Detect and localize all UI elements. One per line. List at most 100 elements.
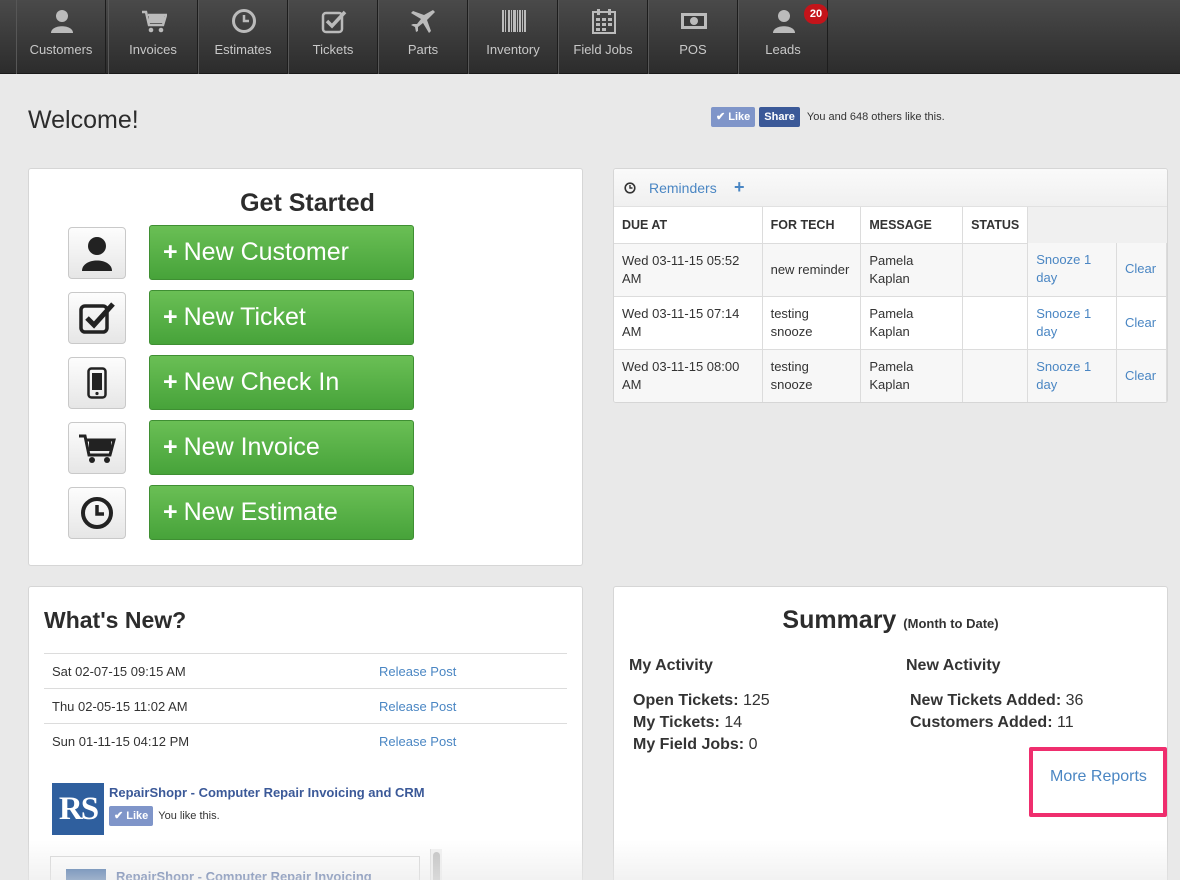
- nav-label: POS: [679, 42, 707, 57]
- nav-customers[interactable]: Customers: [16, 0, 106, 74]
- nav-invoices[interactable]: Invoices: [108, 0, 198, 74]
- facebook-like-button[interactable]: ✔ Like: [109, 806, 154, 826]
- my-tickets-stat: My Tickets: 14: [633, 714, 742, 732]
- table-header-row: DUE AT FOR TECH MESSAGE STATUS: [614, 207, 1167, 244]
- barcode-icon: [502, 10, 526, 32]
- top-nav: Customers Invoices Estimates Tickets Par…: [0, 0, 1180, 74]
- reminders-panel: Reminders + DUE AT FOR TECH MESSAGE STAT…: [613, 168, 1168, 403]
- column-header: MESSAGE: [860, 207, 964, 244]
- button-label: New Invoice: [183, 433, 320, 461]
- release-post-link[interactable]: Release Post: [379, 689, 456, 724]
- button-label: New Check In: [183, 368, 340, 396]
- money-icon: [681, 13, 707, 29]
- reminders-title[interactable]: Reminders: [649, 180, 717, 196]
- message-cell: testing snooze: [762, 349, 862, 402]
- tech-cell: Pamela Kaplan: [860, 349, 964, 402]
- release-post-link[interactable]: Release Post: [379, 724, 456, 759]
- release-date: Sat 02-07-15 09:15 AM: [52, 664, 186, 679]
- due-at-cell: Wed 03-11-15 05:52 AM: [614, 243, 763, 297]
- nav-label: Invoices: [129, 42, 177, 57]
- new-tickets-stat: New Tickets Added: 36: [910, 692, 1083, 710]
- release-post-link[interactable]: Release Post: [379, 654, 456, 689]
- get-started-title: Get Started: [240, 189, 375, 217]
- user-icon: [773, 10, 795, 33]
- stat-value: 14: [724, 714, 743, 731]
- release-date: Thu 02-05-15 11:02 AM: [52, 699, 188, 714]
- leads-count-badge: 20: [804, 4, 828, 24]
- stat-value: 11: [1056, 714, 1074, 731]
- clear-link[interactable]: Clear: [1116, 296, 1167, 350]
- customers-added-stat: Customers Added: 11: [910, 714, 1074, 732]
- get-started-panel: Get Started + New Customer + New Ticket + N…: [28, 168, 583, 566]
- new-ticket-icon-button[interactable]: [68, 292, 126, 344]
- snooze-link[interactable]: Snooze 1 day: [1027, 349, 1117, 402]
- stat-label: My Field Jobs:: [633, 736, 745, 753]
- stat-label: Customers Added:: [910, 714, 1053, 731]
- table-row: Wed 03-11-15 08:00 AM testing snooze Pam…: [614, 349, 1167, 402]
- stat-value: 125: [742, 692, 770, 709]
- stat-value: 0: [748, 736, 758, 753]
- nav-field-jobs[interactable]: Field Jobs: [558, 0, 648, 74]
- new-invoice-icon-button[interactable]: [68, 422, 126, 474]
- feed-post-title[interactable]: RepairShopr - Computer Repair Invoicing: [116, 869, 372, 880]
- nav-parts[interactable]: Parts: [378, 0, 468, 74]
- snooze-link[interactable]: Snooze 1 day: [1027, 296, 1117, 350]
- like-status-text: You like this.: [158, 810, 220, 822]
- facebook-feed-embed[interactable]: RepairShopr - Computer Repair Invoicing: [50, 856, 420, 880]
- message-cell: testing snooze: [762, 296, 862, 350]
- add-reminder-button[interactable]: +: [734, 177, 745, 198]
- open-tickets-stat: Open Tickets: 125: [633, 692, 770, 710]
- summary-heading: Summary: [782, 606, 897, 634]
- my-field-jobs-stat: My Field Jobs: 0: [633, 736, 757, 754]
- more-reports-link[interactable]: More Reports: [1050, 768, 1147, 786]
- reminders-header: Reminders +: [614, 169, 1167, 207]
- new-ticket-button[interactable]: + New Ticket: [149, 290, 414, 345]
- nav-pos[interactable]: POS: [648, 0, 738, 74]
- feed-scrollbar[interactable]: [430, 849, 442, 880]
- like-label: Like: [126, 810, 149, 822]
- snooze-link[interactable]: Snooze 1 day: [1027, 243, 1117, 297]
- nav-label: Parts: [407, 42, 439, 57]
- user-icon: [82, 237, 112, 271]
- clear-link[interactable]: Clear: [1116, 243, 1167, 297]
- page-title: Welcome!: [28, 106, 139, 134]
- reminders-table: DUE AT FOR TECH MESSAGE STATUS Wed 03-11…: [614, 207, 1167, 402]
- cart-icon: [79, 434, 116, 463]
- nav-leads[interactable]: Leads 20: [738, 0, 828, 74]
- new-estimate-icon-button[interactable]: [68, 487, 126, 539]
- checkbox-icon: [321, 10, 347, 34]
- stat-label: Open Tickets:: [633, 692, 739, 709]
- new-customer-button[interactable]: + New Customer: [149, 225, 414, 280]
- stat-label: New Tickets Added:: [910, 692, 1062, 709]
- repairshopr-logo[interactable]: RS: [52, 783, 104, 835]
- new-check-in-icon-button[interactable]: [68, 357, 126, 409]
- facebook-share-button[interactable]: Share: [759, 107, 800, 127]
- table-row: Wed 03-11-15 05:52 AM new reminder Pamel…: [614, 243, 1167, 297]
- phone-icon: [87, 367, 107, 399]
- new-customer-icon-button[interactable]: [68, 227, 126, 279]
- clear-link[interactable]: Clear: [1116, 349, 1167, 402]
- nav-label: Leads: [765, 42, 801, 57]
- status-cell: [962, 243, 1029, 297]
- user-icon: [51, 10, 73, 33]
- facebook-page-title[interactable]: RepairShopr - Computer Repair Invoicing …: [109, 785, 425, 800]
- new-estimate-button[interactable]: + New Estimate: [149, 485, 414, 540]
- my-activity-heading: My Activity: [629, 657, 713, 674]
- calendar-icon: [592, 9, 616, 34]
- nav-estimates[interactable]: Estimates: [198, 0, 288, 74]
- due-at-cell: Wed 03-11-15 07:14 AM: [614, 296, 763, 350]
- list-item: Sat 02-07-15 09:15 AM Release Post: [44, 653, 567, 688]
- like-count-text: You and 648 others like this.: [806, 111, 945, 123]
- scrollbar-thumb[interactable]: [433, 852, 440, 880]
- facebook-like-widget: ✔ Like Share You and 648 others like thi…: [711, 107, 945, 127]
- checkbox-icon: [79, 302, 115, 334]
- new-check-in-button[interactable]: + New Check In: [149, 355, 414, 410]
- facebook-like-button[interactable]: ✔ Like: [711, 107, 756, 127]
- nav-label: Inventory: [486, 42, 540, 57]
- list-item: Sun 01-11-15 04:12 PM Release Post: [44, 723, 567, 758]
- new-invoice-button[interactable]: + New Invoice: [149, 420, 414, 475]
- new-activity-heading: New Activity: [906, 657, 1001, 674]
- nav-inventory[interactable]: Inventory: [468, 0, 558, 74]
- nav-tickets[interactable]: Tickets: [288, 0, 378, 74]
- clock-icon: [232, 9, 256, 33]
